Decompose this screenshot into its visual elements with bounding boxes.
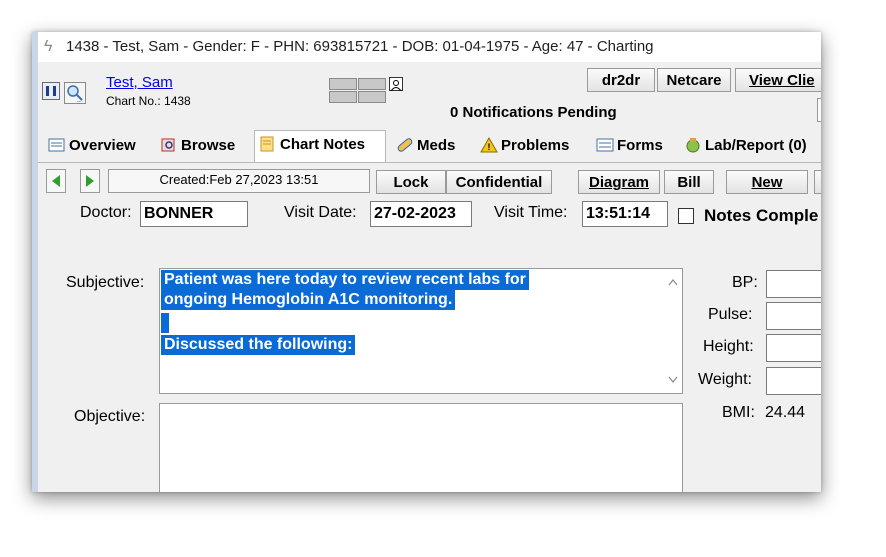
weight-field[interactable] bbox=[766, 367, 821, 395]
visit-time-field[interactable]: 13:51:14 bbox=[582, 201, 668, 227]
tab-overview[interactable]: Overview bbox=[44, 132, 150, 160]
confidential-button[interactable]: Confidential bbox=[446, 170, 552, 194]
tab-problems[interactable]: ! Problems bbox=[476, 132, 582, 160]
doctor-field[interactable]: BONNER bbox=[140, 201, 248, 227]
subjective-scrollbar[interactable] bbox=[664, 269, 682, 393]
bp-label: BP: bbox=[732, 274, 758, 291]
tab-forms-label: Forms bbox=[617, 137, 663, 154]
overview-icon bbox=[48, 135, 66, 152]
objective-label: Objective: bbox=[74, 408, 146, 425]
subjective-line-2: ongoing Hemoglobin A1C monitoring. bbox=[161, 290, 456, 310]
search-icon: .. bbox=[67, 85, 83, 104]
tab-overview-label: Overview bbox=[69, 137, 136, 154]
bmi-label: BMI: bbox=[722, 404, 755, 421]
chart-number: Chart No.: 1438 bbox=[106, 94, 191, 108]
notes-complete-label: Notes Comple bbox=[704, 206, 819, 225]
new-label: New bbox=[751, 174, 783, 191]
diagram-label: Diagram bbox=[588, 174, 650, 191]
tab-chart-notes-label: Chart Notes bbox=[280, 136, 366, 153]
title-bar: ϟ 1438 - Test, Sam - Gender: F - PHN: 69… bbox=[38, 32, 821, 62]
svg-text:!: ! bbox=[488, 142, 491, 152]
visit-time-label: Visit Time: bbox=[494, 204, 568, 221]
arrow-left-icon bbox=[52, 175, 60, 187]
pulse-label: Pulse: bbox=[708, 306, 753, 323]
window-title: 1438 - Test, Sam - Gender: F - PHN: 6938… bbox=[66, 38, 654, 55]
subjective-line-3: Discussed the following: bbox=[161, 335, 356, 355]
lab-icon bbox=[684, 135, 702, 153]
browse-icon bbox=[160, 135, 178, 152]
warning-icon: ! bbox=[480, 135, 498, 153]
created-timestamp: Created:Feb 27,2023 13:51 bbox=[108, 169, 370, 193]
patient-card-icon bbox=[46, 86, 56, 96]
patient-card-button[interactable] bbox=[42, 82, 60, 100]
tab-lab-report-label: Lab/Report (0) bbox=[705, 137, 807, 154]
tab-lab-report[interactable]: Lab/Report (0) bbox=[680, 132, 821, 160]
new-button[interactable]: New bbox=[726, 170, 808, 194]
objective-textarea[interactable] bbox=[159, 403, 683, 492]
pill-icon bbox=[396, 135, 414, 152]
view-client-button[interactable]: View Clie bbox=[735, 68, 821, 92]
dr2dr-button[interactable]: dr2dr bbox=[587, 68, 655, 92]
view-client-label: View Clie bbox=[749, 72, 815, 89]
next-note-button[interactable] bbox=[80, 169, 100, 193]
forms-icon bbox=[596, 135, 614, 152]
tab-browse-label: Browse bbox=[181, 137, 236, 154]
patient-name-link[interactable]: Test, Sam bbox=[106, 74, 173, 91]
visit-date-field[interactable]: 27-02-2023 bbox=[370, 201, 472, 227]
tab-forms[interactable]: Forms bbox=[592, 132, 676, 160]
created-timestamp-text: Created:Feb 27,2023 13:51 bbox=[159, 172, 319, 187]
diagram-button[interactable]: Diagram bbox=[578, 170, 660, 194]
toolbar-overflow-button[interactable] bbox=[814, 170, 821, 194]
panel-toggle-grid[interactable] bbox=[329, 78, 387, 104]
charting-window: ϟ 1438 - Test, Sam - Gender: F - PHN: 69… bbox=[32, 32, 821, 492]
arrow-right-icon bbox=[86, 175, 94, 187]
header-extra-box bbox=[817, 98, 821, 122]
bill-button[interactable]: Bill bbox=[664, 170, 714, 194]
subjective-line-1: Patient was here today to review recent … bbox=[161, 270, 529, 290]
lock-button[interactable]: Lock bbox=[376, 170, 446, 194]
visit-date-label: Visit Date: bbox=[284, 204, 357, 221]
svg-text:..: .. bbox=[77, 97, 81, 103]
tab-browse[interactable]: Browse bbox=[156, 132, 252, 160]
app-icon: ϟ bbox=[44, 38, 53, 55]
doctor-label: Doctor: bbox=[80, 204, 132, 221]
subjective-blank-line bbox=[161, 313, 169, 333]
tab-meds[interactable]: Meds bbox=[392, 132, 470, 160]
previous-note-button[interactable] bbox=[46, 169, 66, 193]
subjective-textarea[interactable]: Patient was here today to review recent … bbox=[159, 268, 683, 394]
pulse-field[interactable] bbox=[766, 302, 821, 330]
notes-complete-checkbox[interactable] bbox=[678, 208, 694, 224]
subjective-label: Subjective: bbox=[66, 274, 145, 291]
tab-chart-notes[interactable]: Chart Notes bbox=[254, 130, 386, 162]
lock-label: Lock bbox=[393, 174, 429, 191]
tab-meds-label: Meds bbox=[417, 137, 456, 154]
chart-notes-icon bbox=[259, 134, 277, 152]
height-field[interactable] bbox=[766, 334, 821, 362]
scroll-arrows-icon bbox=[668, 279, 678, 383]
netcare-button[interactable]: Netcare bbox=[657, 68, 731, 92]
person-icon[interactable] bbox=[389, 77, 403, 92]
bmi-value: 24.44 bbox=[765, 404, 806, 421]
tab-problems-label: Problems bbox=[501, 137, 570, 154]
search-patient-button[interactable]: .. bbox=[64, 82, 86, 104]
weight-label: Weight: bbox=[698, 371, 752, 388]
height-label: Height: bbox=[703, 338, 754, 355]
bp-field[interactable] bbox=[766, 270, 821, 298]
notifications-status[interactable]: 0 Notifications Pending bbox=[450, 104, 617, 121]
